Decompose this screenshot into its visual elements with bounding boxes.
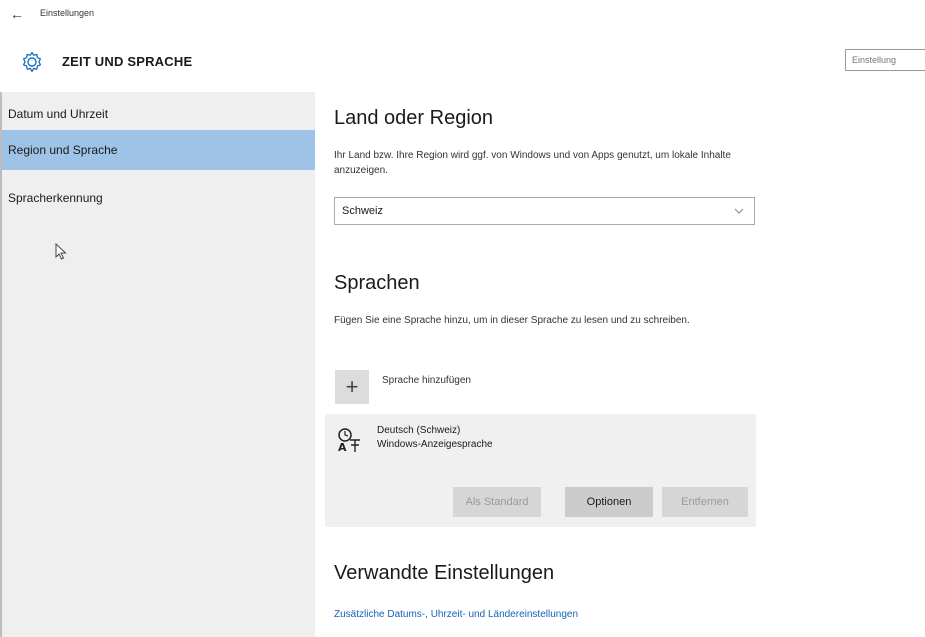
region-heading: Land oder Region	[334, 107, 494, 129]
sidebar: Datum und Uhrzeit Region und Sprache Spr…	[0, 92, 315, 637]
back-arrow-icon[interactable]: ←	[6, 3, 28, 25]
sidebar-item-datum-und-uhrzeit[interactable]: Datum und Uhrzeit	[2, 94, 315, 134]
sidebar-item-region-und-sprache[interactable]: Region und Sprache	[2, 130, 315, 170]
language-item[interactable]: A Deutsch (Schweiz) Windows-Anzeigesprac…	[325, 414, 756, 527]
country-region-select[interactable]: Schweiz	[334, 197, 755, 225]
window-title: Einstellungen	[40, 8, 95, 18]
language-icon: A	[338, 428, 360, 454]
page-header: ZEIT UND SPRACHE	[0, 30, 925, 92]
add-language-label[interactable]: Sprache hinzufügen	[382, 375, 471, 386]
options-button[interactable]: Optionen	[565, 487, 653, 517]
remove-button[interactable]: Entfernen	[662, 487, 748, 517]
language-subtitle: Windows-Anzeigesprache	[377, 439, 493, 450]
languages-heading: Sprachen	[334, 272, 420, 294]
section-title: ZEIT UND SPRACHE	[62, 54, 193, 69]
search-input[interactable]	[845, 49, 925, 71]
mouse-cursor-icon	[55, 243, 67, 260]
svg-text:A: A	[338, 441, 347, 454]
language-name: Deutsch (Schweiz)	[377, 425, 461, 436]
additional-settings-link[interactable]: Zusätzliche Datums-, Uhrzeit- und Länder…	[334, 609, 578, 620]
title-bar: ← Einstellungen	[0, 0, 925, 30]
chevron-down-icon	[734, 208, 744, 214]
sidebar-item-spracherkennung[interactable]: Spracherkennung	[2, 178, 315, 218]
main-content: Land oder Region Ihr Land bzw. Ihre Regi…	[315, 92, 925, 637]
plus-icon: +	[345, 374, 359, 399]
region-description: Ihr Land bzw. Ihre Region wird ggf. von …	[334, 150, 731, 176]
country-region-value: Schweiz	[342, 205, 383, 217]
add-language-button[interactable]: +	[335, 370, 369, 404]
related-settings-heading: Verwandte Einstellungen	[334, 562, 555, 584]
gear-icon	[22, 51, 42, 73]
set-default-button[interactable]: Als Standard	[453, 487, 541, 517]
languages-description: Fügen Sie eine Sprache hinzu, um in dies…	[334, 315, 690, 326]
